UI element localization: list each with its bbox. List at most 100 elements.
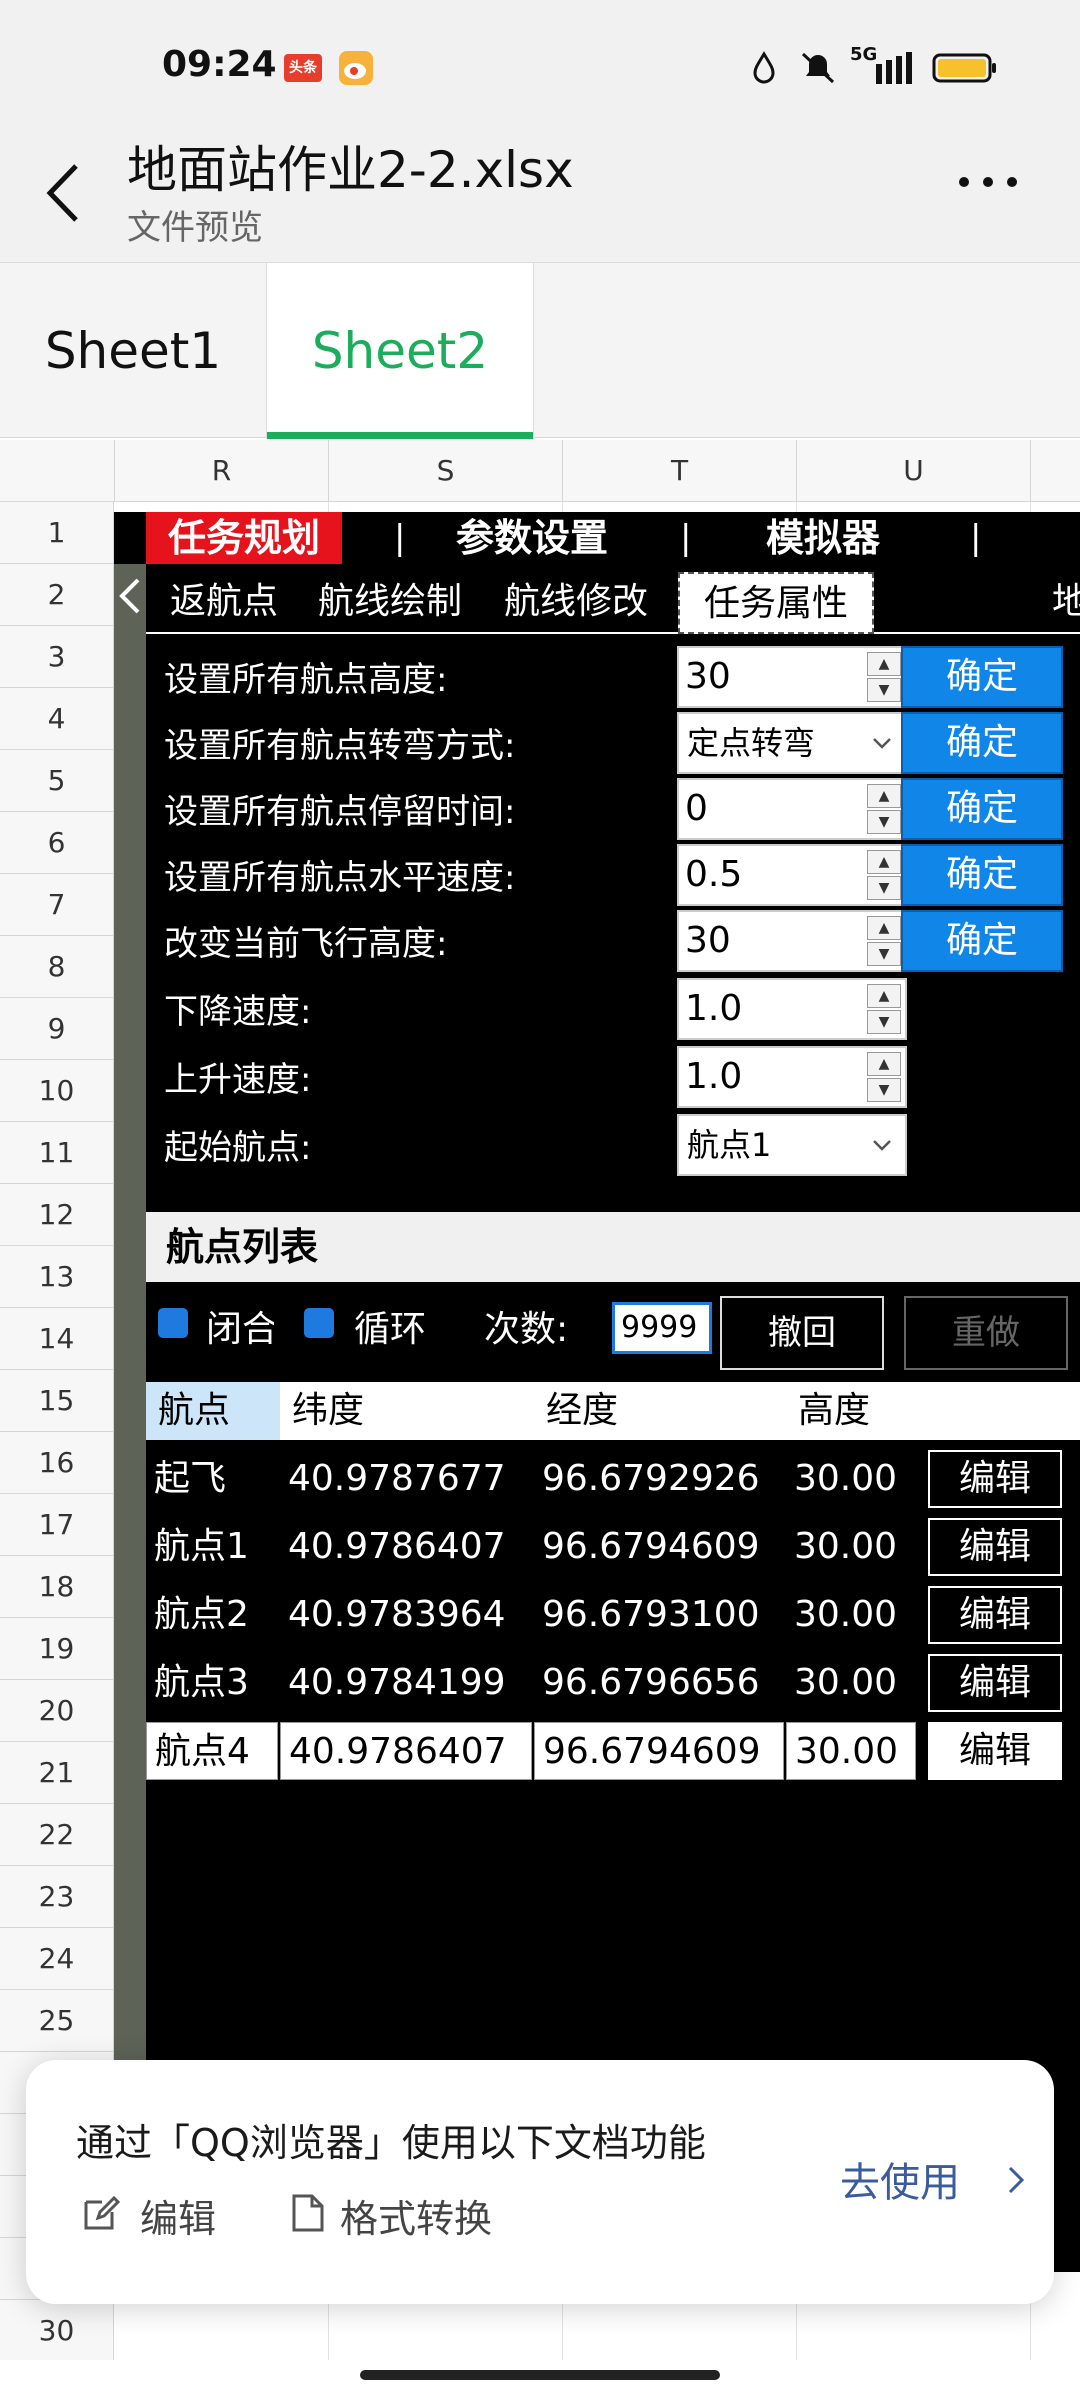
cell-alt: 30.00 bbox=[786, 1722, 916, 1780]
cell-alt: 30.00 bbox=[794, 1458, 898, 1499]
app-menu: 任务规划 | 参数设置 | 模拟器 | bbox=[114, 512, 1080, 564]
row-header[interactable]: 14 bbox=[0, 1308, 114, 1370]
spin-buttons: ▲ ▼ bbox=[867, 1052, 901, 1102]
subtab-bar: 返航点 航线绘制 航线修改 任务属性 地 bbox=[146, 572, 1080, 634]
row-header[interactable]: 4 bbox=[0, 688, 114, 750]
row-header[interactable]: 2 bbox=[0, 564, 114, 626]
spin-value: 0 bbox=[685, 788, 708, 829]
cell-name: 起飞 bbox=[154, 1458, 227, 1499]
row-header[interactable]: 20 bbox=[0, 1680, 114, 1742]
column-header[interactable]: S bbox=[328, 440, 562, 502]
edit-button: 编辑 bbox=[928, 1654, 1062, 1712]
dwell-time-spin: 0 ▲ ▼ bbox=[677, 778, 907, 840]
cell-alt: 30.00 bbox=[794, 1526, 898, 1567]
data-saver-icon bbox=[753, 51, 775, 84]
home-indicator[interactable] bbox=[360, 2370, 720, 2380]
select-value: 定点转弯 bbox=[687, 724, 816, 762]
row-header[interactable]: 17 bbox=[0, 1494, 114, 1556]
checkbox-checked-icon bbox=[158, 1308, 188, 1338]
menu-simulator: 模拟器 bbox=[766, 516, 881, 560]
more-options-icon[interactable] bbox=[956, 172, 1020, 192]
row-header[interactable]: 1 bbox=[0, 502, 114, 564]
row-header[interactable]: 25 bbox=[0, 1990, 114, 2052]
turn-mode-select: 定点转弯 bbox=[677, 712, 907, 774]
table-header-waypoint: 航点 bbox=[146, 1382, 280, 1440]
confirm-button: 确定 bbox=[901, 778, 1063, 840]
row-header[interactable]: 10 bbox=[0, 1060, 114, 1122]
spin-value: 30 bbox=[685, 656, 731, 697]
subtab-map: 地 bbox=[1052, 581, 1080, 622]
sheet-tabs: Sheet1 Sheet2 bbox=[0, 262, 1080, 439]
row-header[interactable]: 5 bbox=[0, 750, 114, 812]
row-header[interactable]: 6 bbox=[0, 812, 114, 874]
tab-sheet1[interactable]: Sheet1 bbox=[0, 263, 266, 439]
row-header[interactable]: 23 bbox=[0, 1866, 114, 1928]
table-header-latitude: 纬度 bbox=[280, 1382, 534, 1440]
document-icon bbox=[292, 2194, 324, 2232]
cell-lon: 96.6794609 bbox=[542, 1526, 760, 1567]
ascent-speed-spin: 1.0 ▲ ▼ bbox=[677, 1046, 907, 1108]
row-header[interactable]: 21 bbox=[0, 1742, 114, 1804]
cell-name: 航点2 bbox=[154, 1594, 249, 1635]
cell-lat: 40.9783964 bbox=[288, 1594, 506, 1635]
column-header[interactable]: R bbox=[114, 440, 328, 502]
popup-edit-option[interactable]: 编辑 bbox=[140, 2188, 216, 2243]
side-strip bbox=[114, 564, 146, 2272]
app-header: 地面站作业2-2.xlsx 文件预览 bbox=[0, 120, 1080, 262]
confirm-button: 确定 bbox=[901, 646, 1063, 708]
cell-lon: 96.6794609 bbox=[534, 1722, 784, 1780]
row-header[interactable]: 12 bbox=[0, 1184, 114, 1246]
embedded-ground-station-image[interactable]: 任务规划 | 参数设置 | 模拟器 | 返航点 航线绘制 航线修改 任务属性 地… bbox=[114, 512, 1080, 2272]
row-header[interactable]: 9 bbox=[0, 998, 114, 1060]
form-label: 设置所有航点水平速度: bbox=[164, 858, 516, 898]
table-header-altitude: 高度 bbox=[786, 1382, 916, 1440]
spin-buttons: ▲ ▼ bbox=[867, 784, 901, 834]
edit-button: 编辑 bbox=[928, 1518, 1062, 1576]
collapse-arrow-icon bbox=[119, 578, 140, 614]
menu-parameter-settings: 参数设置 bbox=[456, 516, 609, 560]
chevron-down-icon bbox=[873, 1140, 891, 1151]
cell-lon: 96.6796656 bbox=[542, 1662, 760, 1703]
undo-button: 撤回 bbox=[720, 1296, 884, 1370]
row-header[interactable]: 8 bbox=[0, 936, 114, 998]
tab-sheet2[interactable]: Sheet2 bbox=[266, 263, 534, 439]
horizontal-speed-spin: 0.5 ▲ ▼ bbox=[677, 844, 907, 906]
row-header[interactable]: 16 bbox=[0, 1432, 114, 1494]
column-header[interactable] bbox=[1030, 440, 1080, 502]
cell-lat: 40.9784199 bbox=[288, 1662, 506, 1703]
chevron-down-icon bbox=[873, 738, 891, 749]
row-header[interactable]: 13 bbox=[0, 1246, 114, 1308]
cell-alt: 30.00 bbox=[794, 1594, 898, 1635]
popup-convert-option[interactable]: 格式转换 bbox=[340, 2188, 492, 2243]
row-header[interactable]: 22 bbox=[0, 1804, 114, 1866]
close-loop-label: 闭合 bbox=[206, 1309, 274, 1350]
row-header[interactable]: 19 bbox=[0, 1618, 114, 1680]
popup-go-button[interactable]: 去使用 bbox=[840, 2150, 960, 2208]
row-header[interactable]: 30 bbox=[0, 2300, 114, 2360]
confirm-button: 确定 bbox=[901, 712, 1063, 774]
row-header[interactable]: 24 bbox=[0, 1928, 114, 1990]
waypoint-list-header: 航点列表 bbox=[146, 1212, 1080, 1282]
qq-browser-popup[interactable]: 通过「QQ浏览器」使用以下文档功能 编辑 格式转换 去使用 bbox=[26, 2060, 1054, 2304]
checkbox-checked-icon bbox=[304, 1308, 334, 1338]
chevron-right-icon[interactable] bbox=[1004, 2164, 1028, 2196]
spin-value: 30 bbox=[685, 920, 731, 961]
form-label: 设置所有航点转弯方式: bbox=[164, 726, 516, 766]
row-header[interactable]: 18 bbox=[0, 1556, 114, 1618]
column-header[interactable]: T bbox=[562, 440, 796, 502]
row-header[interactable]: 3 bbox=[0, 626, 114, 688]
subtab-route-modify: 航线修改 bbox=[504, 581, 649, 622]
cell-lon: 96.6793100 bbox=[542, 1594, 760, 1635]
form-label: 起始航点: bbox=[164, 1128, 312, 1168]
column-header[interactable]: U bbox=[796, 440, 1030, 502]
row-header[interactable]: 15 bbox=[0, 1370, 114, 1432]
row-header[interactable]: 11 bbox=[0, 1122, 114, 1184]
select-value: 航点1 bbox=[687, 1126, 772, 1164]
back-arrow-icon[interactable] bbox=[38, 158, 88, 228]
cell-alt: 30.00 bbox=[794, 1662, 898, 1703]
column-header-row: R S T U bbox=[0, 440, 1080, 502]
row-header[interactable]: 7 bbox=[0, 874, 114, 936]
weibo-icon bbox=[339, 51, 373, 85]
menu-mission-planning: 任务规划 bbox=[146, 512, 343, 564]
table-header-longitude: 经度 bbox=[534, 1382, 786, 1440]
